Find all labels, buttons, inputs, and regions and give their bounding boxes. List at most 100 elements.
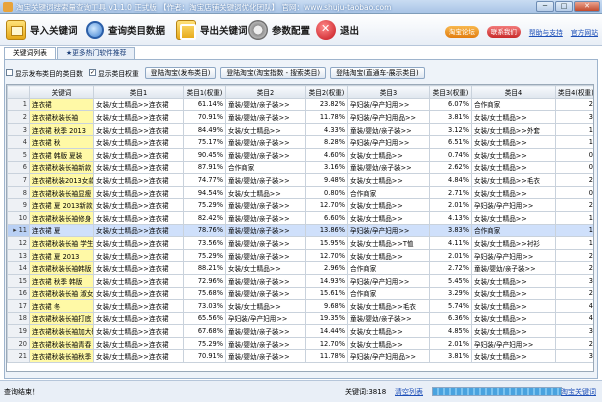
table-cell[interactable]: 4.11% <box>429 236 472 250</box>
table-cell[interactable]: 12.70% <box>305 198 348 212</box>
row-number-cell[interactable]: 3 <box>7 122 30 137</box>
table-cell[interactable]: 童装/婴幼/亲子装>> <box>225 198 306 212</box>
table-cell[interactable]: 94.54% <box>183 185 226 200</box>
row-number-cell[interactable]: 20 <box>7 336 30 351</box>
table-cell[interactable]: 0.74% <box>429 147 472 162</box>
table-cell[interactable]: 女装/女士精品>>毛衣 <box>471 173 556 187</box>
table-cell[interactable]: 童装/婴幼/亲子装>> <box>225 286 306 301</box>
table-cell[interactable]: 童装/婴幼/亲子装>> <box>225 248 306 263</box>
show-category-count-checkbox[interactable]: 显示发布类目的类目数 <box>6 68 83 78</box>
table-cell[interactable]: 4.84% <box>429 173 472 187</box>
column-header[interactable]: 类目1(权重) <box>183 85 226 99</box>
keyword-cell[interactable]: 连衣裙 秋季 2013 <box>29 122 94 137</box>
keyword-cell[interactable]: 连衣裙 夏 <box>29 223 94 238</box>
table-cell[interactable]: 童装/婴幼/亲子装>> <box>225 135 306 149</box>
table-cell[interactable]: 19.35% <box>305 311 348 326</box>
keyword-cell[interactable]: 连衣裙 韩版 夏装 <box>29 147 94 162</box>
table-cell[interactable]: 女装/女士精品>>连衣裙 <box>93 248 184 263</box>
keyword-cell[interactable]: 连衣裙 秋季 韩版 <box>29 273 94 288</box>
table-cell[interactable]: 1 <box>555 236 593 250</box>
row-number-cell[interactable]: 19 <box>7 324 30 338</box>
table-cell[interactable]: 1 <box>555 122 593 137</box>
row-number-cell[interactable]: 18 <box>7 311 30 326</box>
minimize-button[interactable]: ─ <box>536 1 554 12</box>
row-number-cell[interactable]: 14 <box>7 261 30 275</box>
table-cell[interactable]: 女装/女士精品>>连衣裙 <box>93 299 184 313</box>
table-cell[interactable]: 4 <box>555 311 593 326</box>
keyword-cell[interactable]: 连衣裙秋装长袖 <box>29 110 94 124</box>
tab-recommend[interactable]: ★更多热门软件推荐 <box>56 47 136 59</box>
row-number-cell[interactable]: 4 <box>7 135 30 149</box>
table-cell[interactable]: 5.74% <box>429 299 472 313</box>
table-cell[interactable]: 4.33% <box>305 122 348 137</box>
table-cell[interactable]: 女装/女士精品>> <box>347 324 430 338</box>
table-cell[interactable]: 4.13% <box>429 210 472 225</box>
table-cell[interactable]: 2 <box>555 286 593 301</box>
table-cell[interactable]: 女装/女士精品>>连衣裙 <box>93 336 184 351</box>
table-row[interactable]: 16 连衣裙秋装长袖 淑女 女装/女士精品>>连衣裙 75.68% 童装/婴幼/亲子装>… <box>7 286 593 301</box>
keyword-cell[interactable]: 连衣裙秋装长袖显瘦 <box>29 185 94 200</box>
table-row[interactable]: 13 连衣裙 夏 2013 女装/女士精品>>连衣裙 75.29% 童装/婴幼/亲子装>… <box>7 248 593 263</box>
table-cell[interactable]: 童装/婴幼/亲子装>> <box>225 223 306 238</box>
table-cell[interactable]: 女装/女士精品>>连衣裙 <box>93 261 184 275</box>
table-cell[interactable]: 9.48% <box>305 173 348 187</box>
table-cell[interactable]: 童装/婴幼/亲子装>> <box>225 173 306 187</box>
table-cell[interactable]: 合作商家 <box>347 261 430 275</box>
import-keywords-button[interactable]: 导入关键词 <box>6 19 78 41</box>
column-header[interactable]: 类目4(权重) <box>555 85 593 99</box>
table-cell[interactable]: 女装/女士精品>>连衣裙 <box>93 324 184 338</box>
table-cell[interactable]: 3.81% <box>429 110 472 124</box>
table-cell[interactable]: 15.95% <box>305 236 348 250</box>
table-cell[interactable]: 女装/女士精品>> <box>471 324 556 338</box>
row-number-cell[interactable]: 2 <box>7 110 30 124</box>
clear-list-link[interactable]: 清空列表 <box>395 387 423 397</box>
table-cell[interactable]: 2 <box>555 248 593 263</box>
table-cell[interactable]: 84.49% <box>183 122 226 137</box>
table-cell[interactable]: 女装/女士精品>>连衣裙 <box>93 273 184 288</box>
table-cell[interactable]: 童装/婴幼/亲子装>> <box>225 236 306 250</box>
homepage-link[interactable]: 官方网站 <box>571 27 598 37</box>
keyword-cell[interactable]: 连衣裙秋装长袖 淑女 <box>29 286 94 301</box>
table-cell[interactable]: 女装/女士精品>>衬衫 <box>471 236 556 250</box>
table-cell[interactable]: 12.70% <box>305 248 348 263</box>
table-cell[interactable]: 合作商家 <box>471 223 556 238</box>
column-header[interactable]: 关键词 <box>29 85 94 99</box>
table-cell[interactable]: 4.60% <box>305 147 348 162</box>
row-number-cell[interactable]: 1 <box>7 97 30 112</box>
keyword-cell[interactable]: 连衣裙秋装长袖加大码 <box>29 324 94 338</box>
table-row[interactable]: 7 连衣裙秋装2013女款 女装/女士精品>>连衣裙 74.77% 童装/婴幼/亲子装>… <box>7 173 593 187</box>
table-cell[interactable]: 78.76% <box>183 223 226 238</box>
table-cell[interactable]: 3 <box>555 324 593 338</box>
table-cell[interactable]: 孕妇装/孕产妇用>> <box>225 311 306 326</box>
row-number-cell[interactable]: 7 <box>7 173 30 187</box>
table-cell[interactable]: 女装/女士精品>>连衣裙 <box>93 223 184 238</box>
table-cell[interactable]: 女装/女士精品>>连衣裙 <box>93 173 184 187</box>
table-cell[interactable]: 女装/女士精品>> <box>225 261 306 275</box>
table-row[interactable]: 2 连衣裙秋装长袖 女装/女士精品>>连衣裙 70.91% 童装/婴幼/亲子装>> 11.… <box>7 110 593 124</box>
keyword-cell[interactable]: 连衣裙秋装长袖修身 <box>29 210 94 225</box>
keyword-cell[interactable]: 连衣裙秋装长袖打底 <box>29 311 94 326</box>
table-cell[interactable]: 童装/婴幼/亲子装>> <box>225 324 306 338</box>
table-cell[interactable]: 3.12% <box>429 122 472 137</box>
table-cell[interactable]: 1 <box>555 135 593 149</box>
table-cell[interactable]: 6.51% <box>429 135 472 149</box>
table-cell[interactable]: 75.17% <box>183 135 226 149</box>
row-number-cell[interactable]: 8 <box>7 185 30 200</box>
table-row[interactable]: 21 连衣裙秋装长袖秋季 女装/女士精品>>连衣裙 70.91% 童装/婴幼/亲子装>>… <box>7 349 593 364</box>
table-cell[interactable]: 女装/女士精品>>连衣裙 <box>93 311 184 326</box>
row-number-cell[interactable]: 16 <box>7 286 30 301</box>
table-cell[interactable]: 女装/女士精品>> <box>347 198 430 212</box>
table-cell[interactable]: 女装/女士精品>> <box>471 135 556 149</box>
table-cell[interactable]: 2.01% <box>429 198 472 212</box>
table-cell[interactable]: 童装/婴幼/亲子装>> <box>225 210 306 225</box>
table-cell[interactable]: 孕妇装/孕产妇用>> <box>471 198 556 212</box>
table-cell[interactable]: 75.29% <box>183 198 226 212</box>
table-cell[interactable]: 6.07% <box>429 97 472 112</box>
column-header[interactable]: 类目2 <box>225 85 306 99</box>
row-number-cell[interactable]: 10 <box>7 210 30 225</box>
table-cell[interactable]: 女装/女士精品>> <box>471 160 556 175</box>
table-cell[interactable]: 女装/女士精品>>连衣裙 <box>93 236 184 250</box>
keyword-cell[interactable]: 连衣裙 <box>29 97 94 112</box>
table-cell[interactable]: 13.86% <box>305 223 348 238</box>
table-cell[interactable]: 合作商家 <box>347 185 430 200</box>
